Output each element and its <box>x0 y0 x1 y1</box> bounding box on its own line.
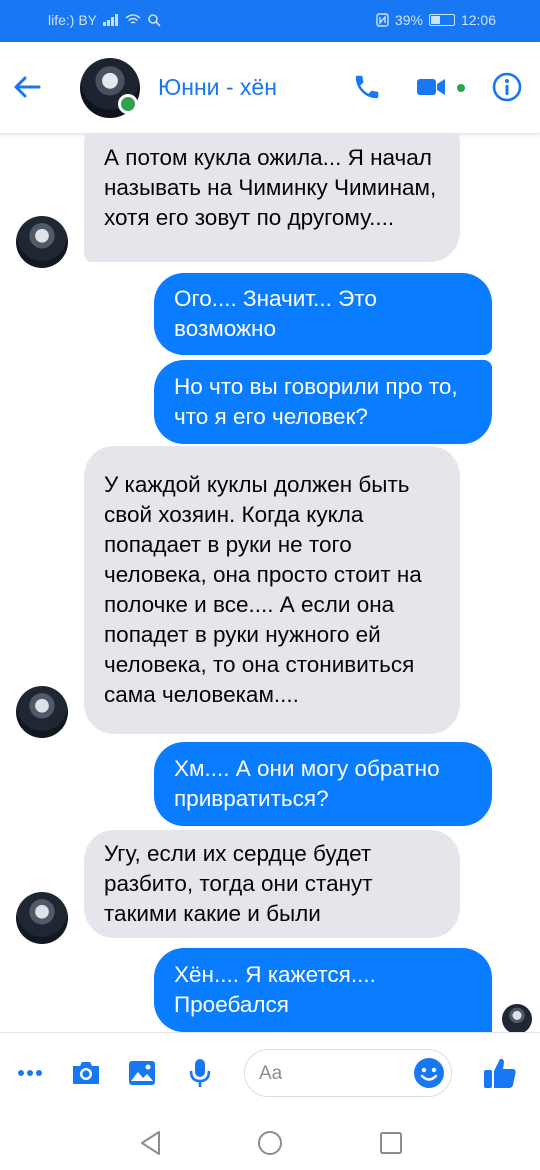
message-list[interactable]: А потом кукла ожила... Я начал называть … <box>0 134 540 1032</box>
battery-icon <box>428 14 455 26</box>
carrier-label: life:) BY <box>48 12 98 28</box>
battery-percent: 39% <box>394 12 423 28</box>
message-bubble-outgoing[interactable]: Хм.... А они могу обратно привратиться? <box>154 742 492 826</box>
info-button[interactable] <box>490 70 524 104</box>
camera-icon <box>73 1062 99 1084</box>
message-bubble-incoming[interactable]: А потом кукла ожила... Я начал называть … <box>84 134 460 262</box>
nav-back-button[interactable] <box>136 1128 166 1158</box>
square-recents-icon <box>380 1132 402 1154</box>
video-active-dot <box>457 84 465 92</box>
voice-call-button[interactable] <box>350 70 384 104</box>
clock: 12:06 <box>460 12 496 28</box>
status-bar: life:) BY 39% 12:06 <box>0 0 540 42</box>
search-status-icon <box>148 14 161 27</box>
contact-message-avatar <box>16 686 68 738</box>
nav-home-button[interactable] <box>255 1128 285 1158</box>
message-bubble-outgoing[interactable]: Но что вы говорили про то, что я его чел… <box>154 360 492 444</box>
more-dots-icon <box>18 1070 42 1076</box>
contact-message-avatar <box>16 216 68 268</box>
seen-indicator-avatar <box>502 1004 532 1032</box>
message-bubble-outgoing[interactable]: Хён.... Я кажется.... Проебался <box>154 948 492 1032</box>
image-icon <box>129 1061 155 1085</box>
microphone-icon <box>189 1059 211 1087</box>
back-button[interactable] <box>12 72 42 102</box>
wifi-icon <box>125 14 141 24</box>
signal-icon <box>103 14 119 26</box>
message-bubble-incoming[interactable]: У каждой куклы должен быть свой хозяин. … <box>84 446 460 734</box>
nfc-icon <box>376 13 389 27</box>
info-icon <box>492 72 522 102</box>
message-bubble-outgoing[interactable]: Ого.... Значит... Это возможно <box>154 273 492 355</box>
circle-home-icon <box>258 1131 282 1155</box>
message-input[interactable] <box>259 1060 409 1088</box>
message-bubble-incoming[interactable]: Угу, если их сердце будет разбито, тогда… <box>84 830 460 938</box>
emoji-icon[interactable] <box>413 1057 445 1089</box>
system-navigation-bar <box>0 1116 540 1170</box>
gallery-button[interactable] <box>124 1055 160 1091</box>
thumbs-up-icon <box>484 1058 516 1088</box>
arrow-left-icon <box>14 76 41 98</box>
video-camera-icon <box>417 79 445 95</box>
contact-message-avatar <box>16 892 68 944</box>
voice-message-button[interactable] <box>182 1055 218 1091</box>
video-call-button[interactable] <box>414 70 448 104</box>
triangle-back-icon <box>141 1131 160 1155</box>
conversation-header: Юнни - хён <box>0 42 540 134</box>
nav-recents-button[interactable] <box>376 1128 406 1158</box>
online-status-dot <box>118 94 138 114</box>
contact-name[interactable]: Юнни - хён <box>158 74 277 101</box>
message-composer <box>0 1032 540 1116</box>
camera-button[interactable] <box>68 1055 104 1091</box>
phone-icon <box>355 75 379 99</box>
more-actions-button[interactable] <box>12 1055 48 1091</box>
message-input-container[interactable] <box>244 1049 452 1097</box>
like-button[interactable] <box>480 1053 520 1093</box>
